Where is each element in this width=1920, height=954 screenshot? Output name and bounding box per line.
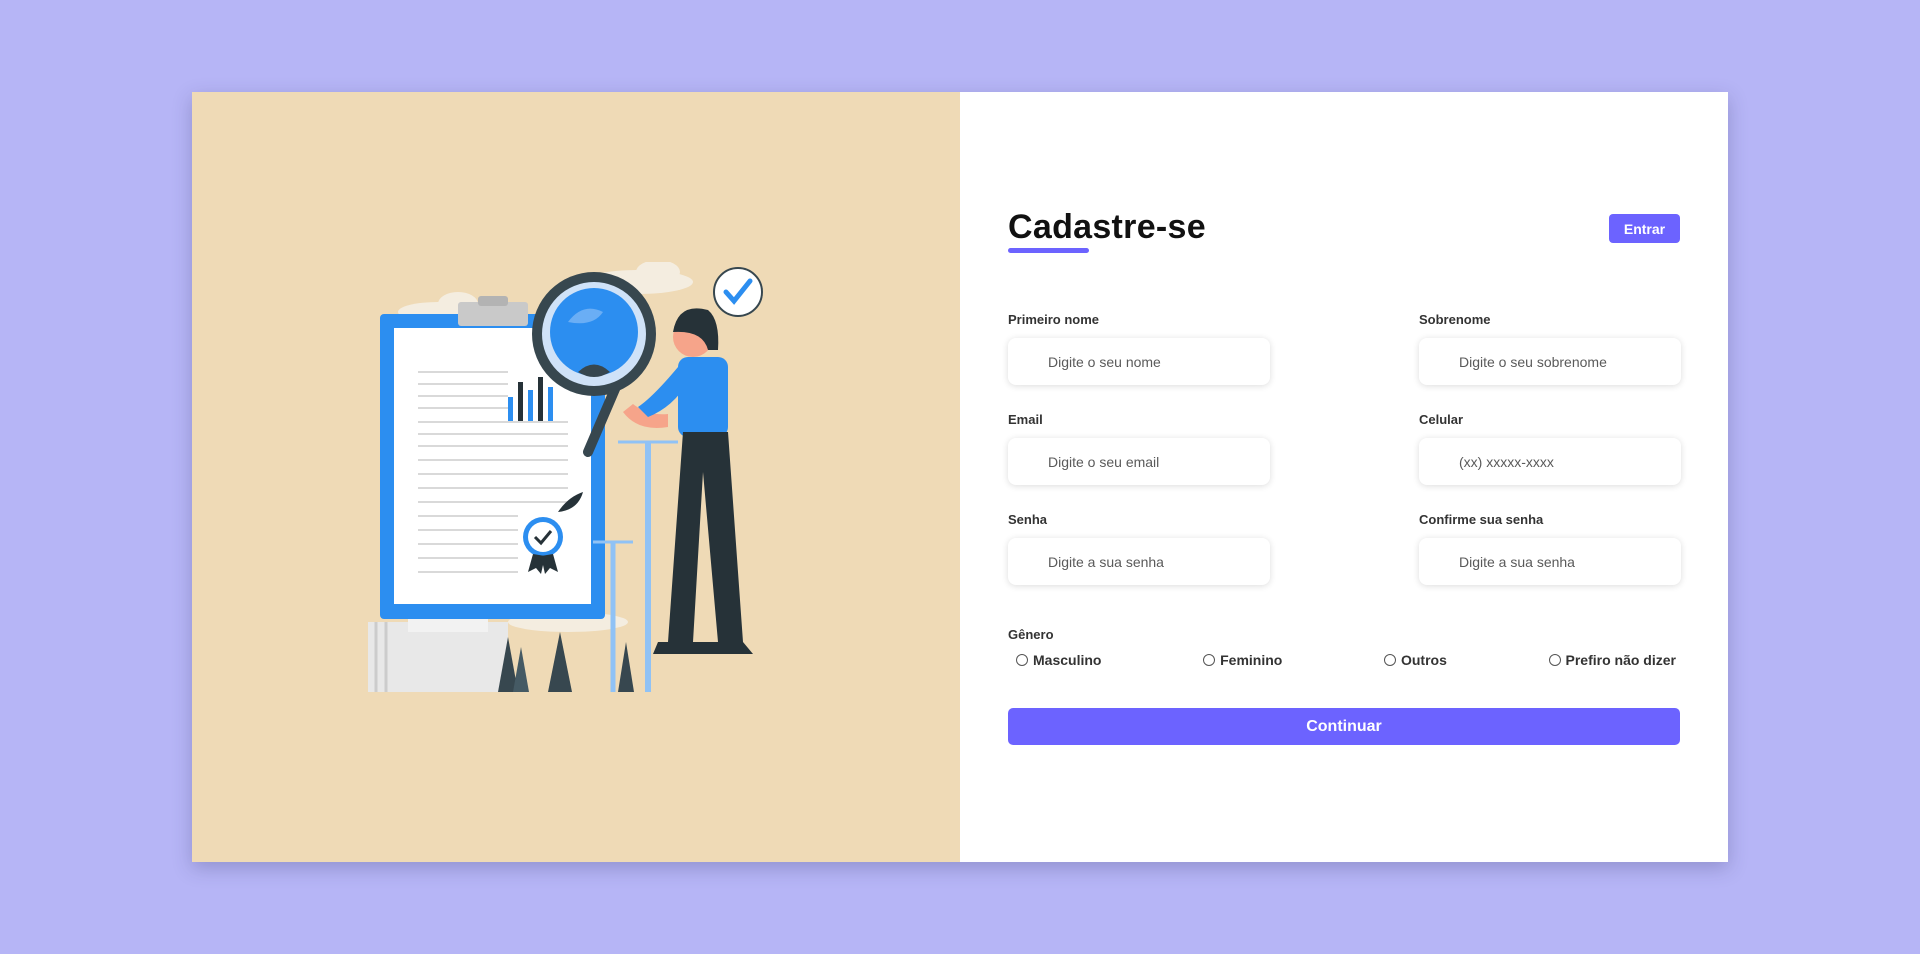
first-name-label: Primeiro nome — [1008, 312, 1100, 327]
gender-option-prefiro-nao-dizer[interactable]: Prefiro não dizer — [1548, 652, 1676, 668]
radio-button[interactable] — [1383, 654, 1396, 666]
last-name-field: Sobrenome — [1419, 312, 1681, 385]
password-field: Senha — [1008, 512, 1270, 585]
page-title: Cadastre-se — [1008, 208, 1206, 246]
gender-option-label: Prefiro não dizer — [1565, 652, 1676, 668]
radio-button[interactable] — [1548, 654, 1561, 666]
confirm-password-label: Confirme sua senha — [1419, 512, 1544, 527]
email-label: Email — [1008, 412, 1043, 427]
last-name-label: Sobrenome — [1419, 312, 1491, 327]
login-button[interactable]: Entrar — [1609, 214, 1680, 243]
email-input[interactable] — [1008, 438, 1270, 485]
first-name-input[interactable] — [1008, 338, 1270, 385]
title-underline — [1008, 248, 1089, 253]
phone-label: Celular — [1419, 412, 1464, 427]
gender-option-label: Outros — [1400, 652, 1447, 668]
gender-option-outros[interactable]: Outros — [1383, 652, 1447, 668]
gender-label: Gênero — [1008, 627, 1054, 642]
radio-button[interactable] — [1016, 654, 1028, 666]
first-name-field: Primeiro nome — [1008, 312, 1270, 385]
gender-option-label: Feminino — [1220, 652, 1283, 668]
gender-option-masculino[interactable]: Masculino — [1016, 652, 1101, 668]
email-field: Email — [1008, 412, 1270, 485]
phone-field: Celular — [1419, 412, 1681, 485]
continue-button[interactable]: Continuar — [1008, 708, 1680, 745]
form-panel: Cadastre-se Entrar Primeiro nome Sobreno… — [960, 92, 1728, 862]
gender-option-feminino[interactable]: Feminino — [1203, 652, 1282, 668]
signup-card: Cadastre-se Entrar Primeiro nome Sobreno… — [192, 92, 1728, 862]
illustration-panel — [192, 92, 960, 862]
confirm-password-input[interactable] — [1419, 538, 1681, 585]
clipboard-magnifier-illustration — [368, 262, 763, 692]
gender-options: Masculino Feminino Outros Prefiro não di… — [1016, 652, 1676, 668]
password-input[interactable] — [1008, 538, 1270, 585]
last-name-input[interactable] — [1419, 338, 1681, 385]
password-label: Senha — [1008, 512, 1048, 527]
radio-button[interactable] — [1203, 654, 1216, 666]
phone-input[interactable] — [1419, 438, 1681, 485]
confirm-password-field: Confirme sua senha — [1419, 512, 1681, 585]
gender-option-label: Masculino — [1033, 652, 1102, 668]
